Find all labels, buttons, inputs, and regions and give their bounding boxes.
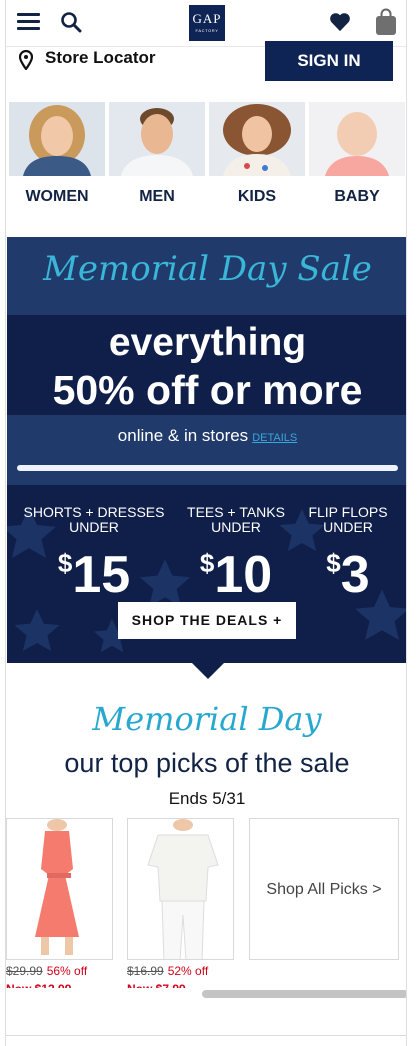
currency-symbol: $ (199, 548, 215, 578)
category-men-label: MEN (139, 188, 175, 205)
banner-notch (191, 662, 225, 679)
picks-title: our top picks of the sale (64, 748, 350, 778)
category-kids-label: KIDS (237, 188, 277, 205)
locator-row: Store Locator SIGN IN (6, 41, 406, 96)
product-image-dress (7, 819, 112, 959)
banner-subline: online & in stores DETAILS (7, 426, 406, 446)
logo-sub-text: FACTORY (195, 28, 219, 33)
deal-price-value: 15 (72, 546, 131, 604)
product-image-tee (128, 819, 233, 959)
search-icon[interactable] (60, 11, 82, 33)
product-card[interactable] (127, 818, 234, 960)
price-was: $16.99 (127, 964, 164, 978)
baby-photo (309, 102, 405, 176)
page-frame: GAP FACTORY Store Locator SIGN IN WOMEN … (5, 0, 407, 1046)
deal-under: UNDER (69, 519, 119, 535)
details-link[interactable]: DETAILS (252, 432, 297, 444)
shop-the-deals-button[interactable]: SHOP THE DEALS + (118, 602, 296, 639)
product-card[interactable] (6, 818, 113, 960)
deal-tees-tanks: TEES + TANKS UNDER $10 (177, 504, 295, 604)
category-nav: WOMEN MEN KIDS BABY (6, 102, 406, 222)
banner-script-title: Memorial Day Sale (43, 249, 372, 289)
top-header: GAP FACTORY (6, 0, 406, 46)
deal-price: $3 (301, 535, 395, 603)
price-was: $29.99 (6, 964, 43, 978)
deal-under: UNDER (323, 519, 373, 535)
category-men[interactable]: MEN (109, 102, 205, 222)
price-discount: 52% off (167, 964, 209, 978)
sign-in-button[interactable]: SIGN IN (265, 41, 393, 81)
picks-ends-date: Ends 5/31 (168, 789, 246, 808)
deal-price-value: 10 (214, 546, 273, 604)
carousel-scrollbar[interactable] (202, 990, 406, 998)
star-decoration-icon (14, 609, 60, 652)
memorial-day-banner[interactable]: Memorial Day Sale everything 50% off or … (7, 237, 406, 663)
men-photo (109, 102, 205, 176)
women-photo (9, 102, 105, 176)
currency-symbol: $ (57, 548, 73, 578)
currency-symbol: $ (326, 548, 341, 578)
product-price: $16.99 52% off (127, 964, 208, 978)
brush-stroke-divider (17, 465, 398, 471)
banner-headline-2: 50% off or more (52, 367, 363, 413)
category-baby[interactable]: BABY (309, 102, 405, 222)
gap-factory-logo[interactable]: GAP FACTORY (189, 5, 225, 41)
deal-flip-flops: FLIP FLOPS UNDER $3 (301, 504, 395, 604)
deal-under: UNDER (211, 519, 261, 535)
deal-price: $15 (19, 535, 169, 603)
menu-icon[interactable] (17, 13, 40, 31)
section-divider (6, 1035, 406, 1036)
logo-main-text: GAP (192, 11, 222, 26)
price-now: Now $12.99 (6, 982, 71, 988)
deal-price: $10 (177, 535, 295, 603)
deal-price-value: 3 (340, 546, 370, 604)
deal-shorts-dresses: SHORTS + DRESSES UNDER $15 (19, 504, 169, 604)
shopping-bag-icon[interactable] (375, 8, 397, 36)
deal-title: FLIP FLOPS (308, 504, 388, 520)
price-now: Now $7.99 (127, 982, 186, 988)
kids-photo (209, 102, 305, 176)
heart-icon[interactable] (329, 12, 351, 32)
location-pin-icon (19, 50, 33, 70)
product-price: $29.99 56% off (6, 964, 87, 978)
deal-title: SHORTS + DRESSES (23, 504, 165, 520)
price-discount: 56% off (46, 964, 88, 978)
deal-title: TEES + TANKS (187, 504, 285, 520)
category-kids[interactable]: KIDS (209, 102, 305, 222)
category-women-label: WOMEN (25, 188, 89, 205)
banner-headline-1: everything (108, 321, 307, 364)
banner-subline-text: online & in stores (117, 426, 249, 445)
picks-script-title: Memorial Day (92, 700, 322, 738)
store-locator-link[interactable]: Store Locator (45, 48, 156, 68)
category-women[interactable]: WOMEN (9, 102, 105, 222)
shop-all-picks-link[interactable]: Shop All Picks > (249, 818, 399, 960)
category-baby-label: BABY (334, 188, 380, 205)
